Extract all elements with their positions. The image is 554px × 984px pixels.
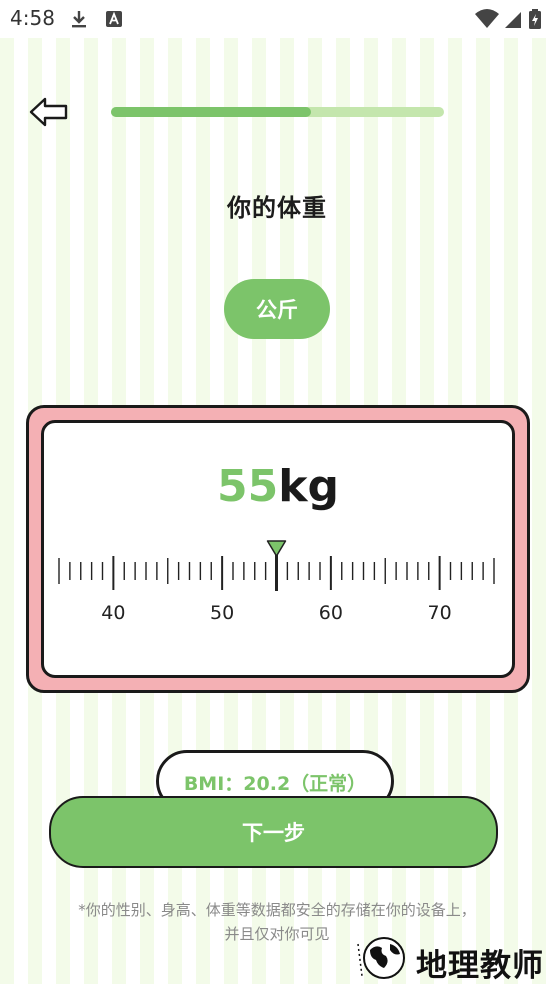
unit-toggle-button[interactable]: 公斤 [224,279,330,339]
watermark-logo: 地理教师 [352,932,552,984]
text-a-icon [106,11,122,27]
watermark-text: 地理教师 [416,948,544,984]
page-title: 你的体重 [227,194,327,222]
ruler-tick-label: 50 [210,602,234,624]
status-bar: 4:58 [0,0,554,38]
weight-ruler[interactable]: 40 50 60 70 [44,423,512,675]
progress-bar [111,107,444,117]
next-button[interactable]: 下一步 [49,796,498,868]
globe-logo-icon [357,937,405,979]
back-button[interactable] [28,94,72,130]
ruler-tick-label: 40 [101,602,125,624]
ruler-tick-label: 70 [428,602,452,624]
arrow-left-outline-icon [29,97,68,127]
battery-charging-icon [529,9,541,29]
privacy-line-1: *你的性别、身高、体重等数据都安全的存储在你的设备上， [78,901,476,919]
progress-fill [111,107,311,117]
status-time: 4:58 [10,6,55,30]
signal-icon [505,12,521,28]
weight-scale-card: 55kg 40 50 60 70 [26,405,530,693]
ruler-tick-label: 60 [319,602,343,624]
wifi-icon [475,9,499,28]
download-icon [72,11,86,28]
ruler-pointer-icon[interactable] [266,540,287,557]
weight-scale-panel: 55kg 40 50 60 70 [41,420,515,678]
bmi-label: BMI：20.2（正常） [183,773,367,795]
